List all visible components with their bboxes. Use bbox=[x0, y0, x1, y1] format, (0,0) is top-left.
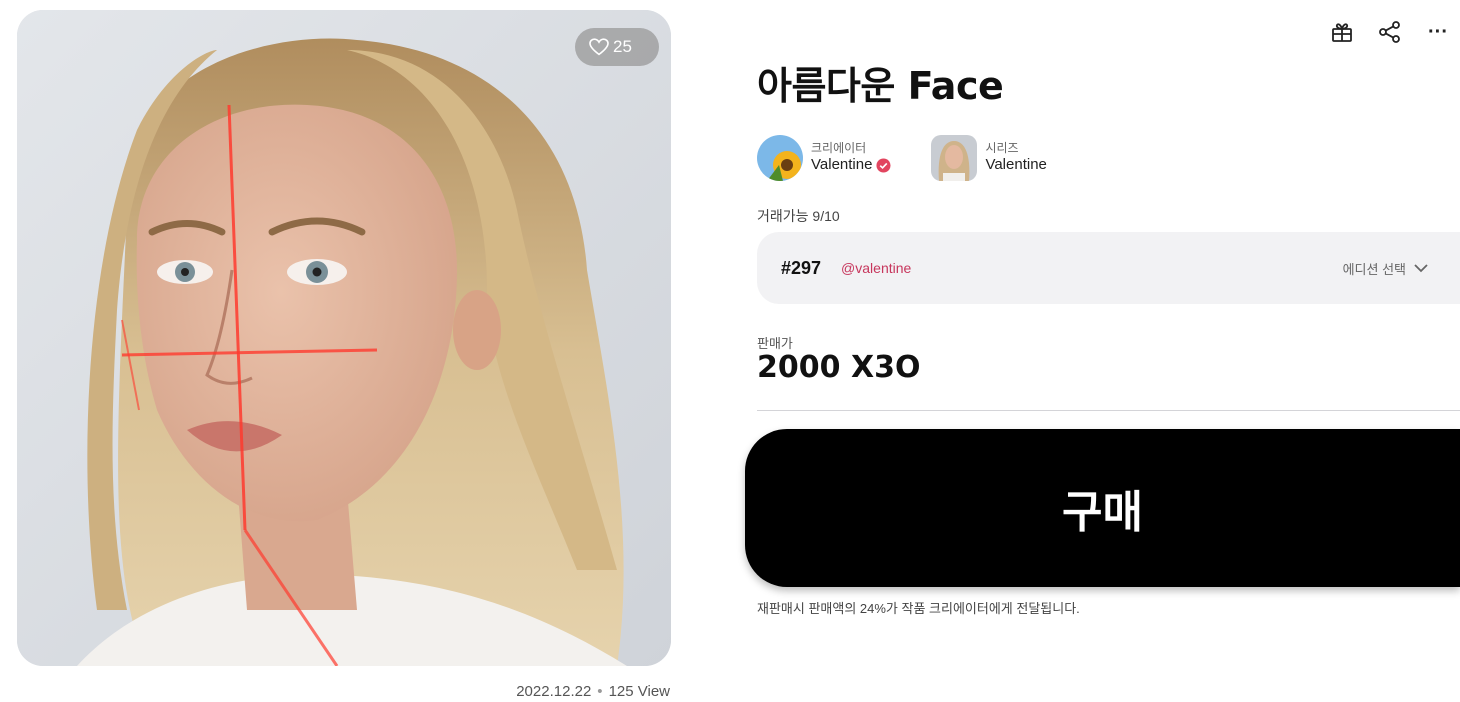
artwork-image[interactable]: 25 bbox=[17, 10, 671, 666]
like-button[interactable]: 25 bbox=[575, 28, 659, 66]
edition-selector[interactable]: #297 @valentine 에디션 선택 bbox=[757, 232, 1460, 304]
heart-icon bbox=[589, 38, 609, 56]
price-value: 2000 X3O bbox=[757, 350, 921, 385]
owner-handle[interactable]: @valentine bbox=[841, 260, 911, 276]
series-avatar bbox=[931, 135, 978, 181]
more-icon[interactable]: ··· bbox=[1426, 20, 1450, 44]
share-icon[interactable] bbox=[1378, 20, 1402, 44]
artwork-meta: 2022.12.22 • 125 View bbox=[516, 683, 670, 700]
verified-icon bbox=[876, 157, 891, 173]
creator-series-row: 크리에이터 Valentine 시리즈 Valentine bbox=[757, 135, 1047, 181]
chevron-down-icon bbox=[1414, 264, 1428, 273]
creator-avatar bbox=[757, 135, 803, 181]
series-info[interactable]: 시리즈 Valentine bbox=[931, 135, 1047, 181]
artwork-views: 125 View bbox=[608, 683, 670, 700]
meta-separator: • bbox=[597, 683, 603, 700]
royalty-notice: 재판매시 판매액의 24%가 작품 크리에이터에게 전달됩니다. bbox=[757, 601, 1080, 616]
gift-icon[interactable] bbox=[1330, 20, 1354, 44]
creator-name: Valentine bbox=[811, 156, 873, 173]
creator-info[interactable]: 크리에이터 Valentine bbox=[757, 135, 891, 181]
divider bbox=[757, 410, 1460, 411]
series-name: Valentine bbox=[985, 156, 1047, 173]
edition-select-dropdown[interactable]: 에디션 선택 bbox=[1343, 259, 1436, 278]
artwork-date: 2022.12.22 bbox=[516, 683, 592, 700]
edition-number: #297 bbox=[781, 257, 822, 278]
page-title: 아름다운 Face bbox=[757, 64, 1004, 108]
creator-label: 크리에이터 bbox=[811, 141, 867, 155]
buy-button[interactable]: 구매 bbox=[745, 429, 1460, 587]
availability-text: 거래가능 9/10 bbox=[757, 208, 840, 224]
like-count: 25 bbox=[613, 37, 632, 56]
series-label: 시리즈 bbox=[985, 141, 1019, 155]
edition-select-label: 에디션 선택 bbox=[1342, 261, 1406, 277]
action-toolbar: ··· bbox=[1330, 20, 1450, 44]
